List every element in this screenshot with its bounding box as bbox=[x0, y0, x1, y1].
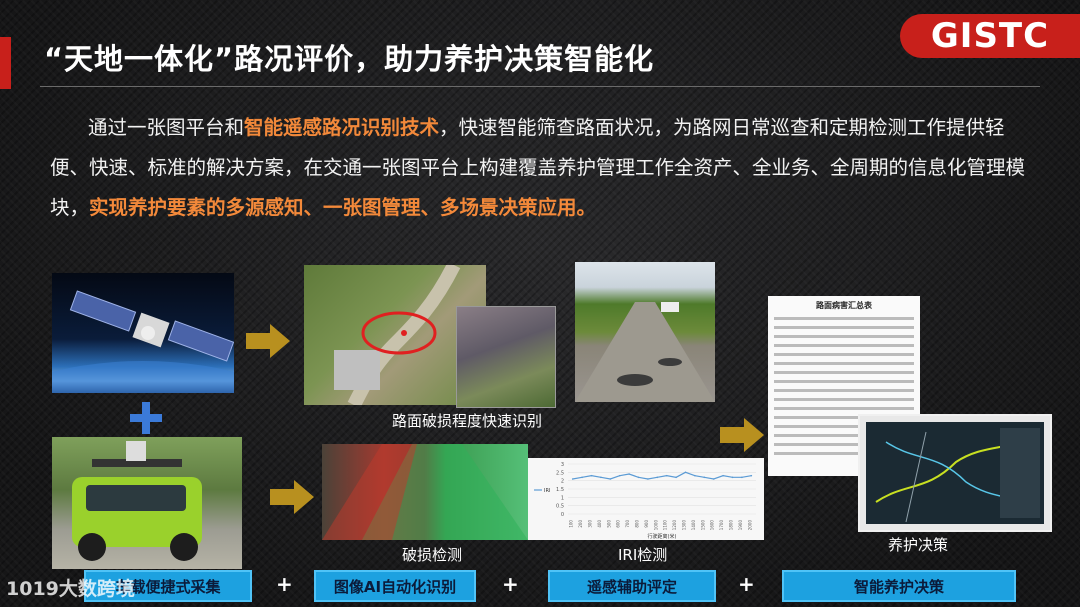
intro-highlight-1: 智能遥感路况识别技术 bbox=[244, 116, 440, 139]
damaged-road-photo bbox=[575, 262, 715, 402]
damage-caption: 破损检测 bbox=[402, 546, 463, 564]
iri-data-point bbox=[581, 476, 583, 479]
iri-data-point bbox=[647, 478, 649, 480]
intro-highlight-2: 实现养护要素的多源感知、一张图管理、多场景决策应用。 bbox=[89, 196, 597, 219]
y-tick-label: 2 bbox=[561, 479, 564, 485]
plus-icon bbox=[130, 402, 162, 434]
x-tick-label: 1700 bbox=[719, 520, 724, 531]
iri-data-point bbox=[590, 474, 593, 477]
x-tick-label: 1300 bbox=[682, 520, 687, 531]
iri-data-point bbox=[722, 474, 724, 477]
decision-caption: 养护决策 bbox=[888, 536, 949, 554]
legend-label: IRI bbox=[544, 488, 550, 494]
y-tick-label: 2.5 bbox=[556, 470, 564, 476]
x-tick-label: 400 bbox=[597, 520, 602, 528]
damage-detection-image bbox=[322, 444, 528, 540]
x-axis-label: 行驶距离(米) bbox=[648, 533, 677, 540]
x-tick-label: 800 bbox=[635, 520, 640, 528]
iri-data-point bbox=[600, 476, 602, 479]
x-tick-label: 600 bbox=[616, 520, 621, 528]
satellite-image bbox=[52, 273, 234, 393]
x-tick-label: 1600 bbox=[710, 520, 715, 531]
iri-data-point bbox=[684, 471, 687, 474]
logo-badge: GISTC bbox=[900, 14, 1080, 58]
x-tick-label: 1000 bbox=[653, 520, 658, 531]
iri-data-point bbox=[571, 478, 574, 480]
iri-caption: IRI检测 bbox=[618, 546, 668, 564]
iri-data-point bbox=[675, 476, 677, 479]
smart-decision-button[interactable]: 智能养护决策 bbox=[782, 570, 1016, 602]
page-title: “天地一体化”路况评价，助力养护决策智能化 bbox=[44, 42, 655, 76]
gistc-logo: GISTC bbox=[930, 16, 1050, 56]
x-tick-label: 1500 bbox=[700, 520, 705, 531]
y-tick-label: 0 bbox=[561, 512, 564, 518]
road-detail-inset bbox=[456, 306, 556, 408]
y-tick-label: 1.5 bbox=[556, 487, 564, 493]
iri-data-point bbox=[703, 476, 706, 479]
x-tick-label: 1100 bbox=[663, 520, 668, 531]
watermark: 1019大数跨境 bbox=[6, 578, 135, 600]
x-tick-label: 500 bbox=[606, 520, 611, 528]
iri-data-point bbox=[741, 476, 743, 479]
iri-data-point bbox=[609, 478, 612, 480]
plus-sign: + bbox=[276, 572, 293, 596]
x-tick-label: 900 bbox=[644, 520, 649, 528]
table-title: 路面病害汇总表 bbox=[816, 301, 872, 310]
x-tick-label: 200 bbox=[578, 520, 583, 528]
iri-data-point bbox=[694, 474, 696, 477]
title-accent-bar bbox=[0, 37, 11, 89]
iri-data-point bbox=[637, 476, 640, 479]
y-tick-label: 0.5 bbox=[556, 504, 564, 510]
y-tick-label: 1 bbox=[561, 495, 564, 501]
iri-data-point bbox=[628, 473, 630, 475]
arrow-right-icon bbox=[246, 324, 290, 358]
x-tick-label: 700 bbox=[625, 520, 630, 528]
arrow-right-icon bbox=[720, 418, 764, 452]
ai-recognition-button[interactable]: 图像AI自动化识别 bbox=[314, 570, 476, 602]
iri-data-point bbox=[731, 476, 734, 479]
iri-data-point bbox=[750, 474, 753, 477]
x-tick-label: 1400 bbox=[691, 520, 696, 531]
intro-paragraph: 通过一张图平台和智能遥感路况识别技术，快速智能筛查路面状况，为路网日常巡查和定期… bbox=[50, 108, 1030, 228]
x-tick-label: 1900 bbox=[738, 520, 743, 531]
iri-data-point bbox=[665, 474, 668, 477]
arrow-right-icon bbox=[270, 480, 314, 514]
iri-series-line bbox=[572, 471, 752, 480]
maintenance-map-screenshot bbox=[858, 414, 1052, 532]
title-divider bbox=[40, 86, 1040, 87]
x-tick-label: 100 bbox=[569, 520, 574, 528]
x-tick-label: 300 bbox=[588, 520, 593, 528]
aerial-caption: 路面破损程度快速识别 bbox=[392, 412, 543, 430]
x-tick-label: 1200 bbox=[672, 520, 677, 531]
iri-chart: 0 0.5 1 1.5 2 2.5 3 100 200 300 400 500 600 700 800 900… bbox=[528, 458, 764, 540]
y-tick-label: 3 bbox=[561, 462, 564, 468]
survey-vehicle-image bbox=[52, 437, 242, 569]
iri-chart-svg: 0 0.5 1 1.5 2 2.5 3 100 200 300 400 500 600 700 800 900… bbox=[534, 462, 756, 540]
intro-text-1: 通过一张图平台和 bbox=[88, 116, 245, 139]
iri-data-point bbox=[618, 474, 621, 477]
x-tick-label: 1800 bbox=[729, 520, 734, 531]
iri-data-point bbox=[712, 478, 715, 480]
plus-sign: + bbox=[738, 572, 755, 596]
satellite-icon bbox=[52, 290, 234, 393]
iri-data-point bbox=[656, 476, 659, 479]
plus-sign: + bbox=[502, 572, 519, 596]
x-tick-label: 2000 bbox=[747, 520, 752, 531]
remote-sensing-button[interactable]: 遥感辅助评定 bbox=[548, 570, 716, 602]
